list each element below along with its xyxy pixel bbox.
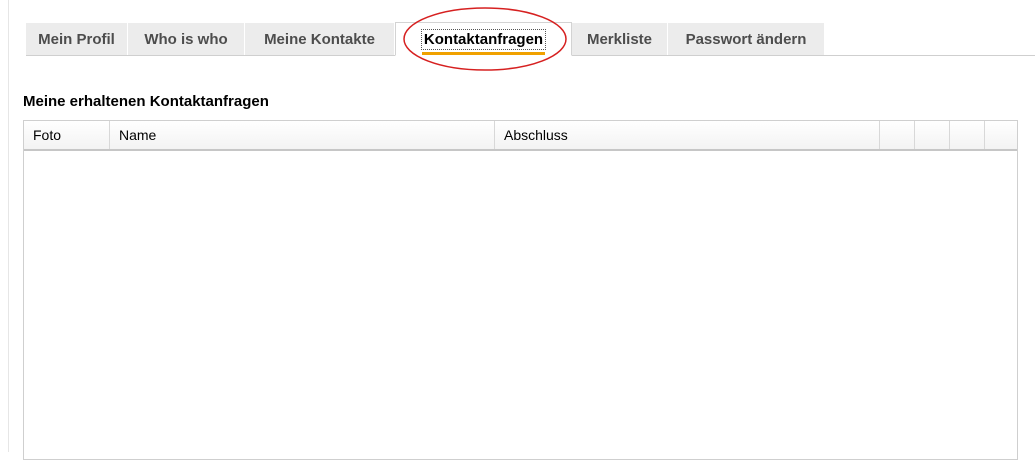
tab-mein-profil[interactable]: Mein Profil (26, 23, 128, 55)
table-body (24, 151, 1017, 459)
profile-tab-bar: Mein Profil Who is who Meine Kontakte Ko… (26, 22, 1035, 56)
tab-label: Who is who (144, 30, 228, 48)
tab-label: Passwort ändern (685, 30, 807, 48)
table-header: Foto Name Abschluss (24, 121, 1017, 151)
tab-meine-kontakte[interactable]: Meine Kontakte (245, 23, 395, 55)
column-header-abschluss[interactable]: Abschluss (495, 121, 880, 149)
tab-merkliste[interactable]: Merkliste (572, 23, 668, 55)
column-header-action-2 (915, 121, 950, 149)
tab-label: Mein Profil (38, 30, 115, 48)
section-title: Meine erhaltenen Kontaktanfragen (23, 93, 269, 110)
tab-label: Kontaktanfragen (420, 28, 547, 55)
page-left-border (8, 0, 9, 452)
contact-requests-table: Foto Name Abschluss (23, 120, 1018, 460)
column-header-action-1 (880, 121, 915, 149)
column-header-action-3 (950, 121, 985, 149)
column-header-name[interactable]: Name (110, 121, 495, 149)
tab-label: Merkliste (586, 30, 653, 48)
column-header-action-4 (985, 121, 1017, 149)
column-header-foto[interactable]: Foto (24, 121, 110, 149)
tab-who-is-who[interactable]: Who is who (128, 23, 245, 55)
tab-label: Meine Kontakte (264, 30, 375, 48)
tab-passwort-aendern[interactable]: Passwort ändern (668, 23, 825, 55)
tab-kontaktanfragen[interactable]: Kontaktanfragen (395, 22, 572, 56)
